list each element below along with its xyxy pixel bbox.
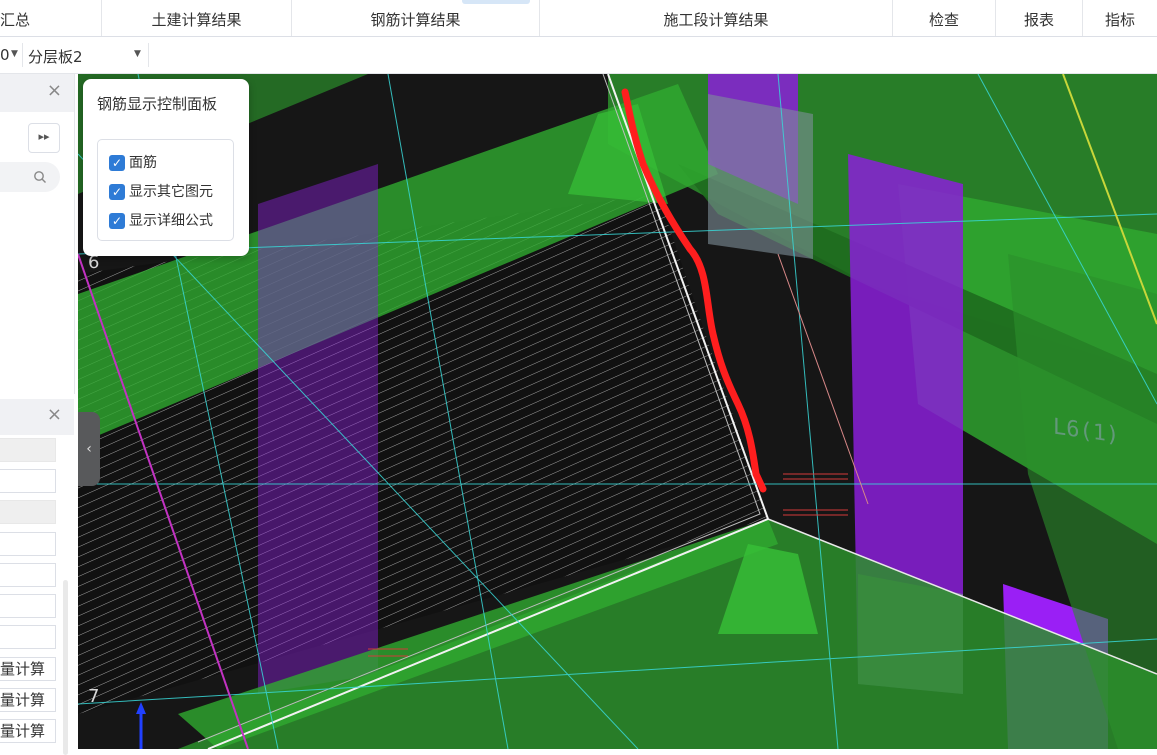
list-item[interactable]: [0, 563, 56, 587]
tab-rebar-results[interactable]: 钢筋计算结果: [292, 0, 540, 36]
tab-civil-results-label: 土建计算结果: [151, 11, 242, 29]
search-icon: [34, 171, 46, 183]
control-panel-title: 钢筋显示控制面板: [97, 95, 218, 113]
rebar-display-control-panel: 钢筋显示控制面板 ✓ 面筋 ✓ 显示其它图元 ✓ 显示详细公式: [83, 79, 249, 256]
list-item[interactable]: [0, 469, 56, 493]
axis-arrow-head: [136, 702, 146, 714]
list-item[interactable]: [0, 625, 56, 649]
list-item[interactable]: [0, 532, 56, 556]
tab-rebar-results-label: 钢筋计算结果: [370, 11, 461, 29]
floor-select-value[interactable]: 0: [0, 46, 10, 64]
checkbox-checked-icon[interactable]: ✓: [109, 155, 125, 171]
tab-check[interactable]: 检查: [893, 0, 996, 36]
scrollbar[interactable]: [63, 580, 68, 755]
list-item[interactable]: 量计算: [0, 719, 56, 743]
tab-summary-label: 汇总: [0, 11, 31, 29]
left-panel: × ▸▸ × 量计算 量计算 量计算: [0, 74, 78, 755]
list-item[interactable]: [0, 500, 56, 524]
checkbox-checked-icon[interactable]: ✓: [109, 213, 125, 229]
close-icon[interactable]: ×: [47, 404, 62, 425]
tab-summary[interactable]: 汇总: [0, 0, 102, 36]
chevron-down-icon[interactable]: ▼: [11, 49, 18, 59]
tab-report[interactable]: 报表: [996, 0, 1083, 36]
layer-toolbar: 0 ▼ 分层板2 ▼: [0, 37, 1157, 74]
option-show-other-elements[interactable]: ✓ 显示其它图元: [109, 181, 213, 201]
grey-column: [708, 94, 813, 259]
option-top-rebar-label: 面筋: [129, 155, 157, 171]
search-input[interactable]: [0, 162, 60, 192]
tab-indicator-label: 指标: [1104, 11, 1135, 29]
toolbar-divider: [148, 43, 149, 67]
fast-forward-icon: ▸▸: [38, 130, 50, 143]
top-tab-bar: 汇总 土建计算结果 钢筋计算结果 施工段计算结果 检查 报表 指标: [0, 0, 1157, 37]
panel-header-top: ×: [0, 74, 74, 112]
tab-indicator[interactable]: 指标: [1083, 0, 1157, 36]
tab-stage-results[interactable]: 施工段计算结果: [540, 0, 893, 36]
option-show-detailed-formula[interactable]: ✓ 显示详细公式: [109, 210, 213, 230]
checkbox-checked-icon[interactable]: ✓: [109, 184, 125, 200]
close-icon[interactable]: ×: [47, 80, 62, 101]
list-item[interactable]: [0, 594, 56, 618]
panel-header-bottom: ×: [0, 399, 74, 435]
chevron-down-icon[interactable]: ▼: [134, 49, 141, 59]
control-options-box: ✓ 面筋 ✓ 显示其它图元 ✓ 显示详细公式: [97, 139, 234, 241]
tab-check-label: 检查: [928, 11, 959, 29]
fast-forward-button[interactable]: ▸▸: [28, 123, 60, 153]
tab-report-label: 报表: [1023, 11, 1054, 29]
collapse-panel-tab[interactable]: ‹: [78, 412, 100, 486]
list-item[interactable]: [0, 438, 56, 462]
toolbar-divider: [22, 43, 23, 67]
axis-label-7: 7: [88, 686, 100, 707]
list-item[interactable]: 量计算: [0, 657, 56, 681]
option-show-detailed-formula-label: 显示详细公式: [129, 213, 213, 229]
option-top-rebar[interactable]: ✓ 面筋: [109, 152, 157, 172]
panel-border: [74, 74, 75, 394]
tab-civil-results[interactable]: 土建计算结果: [102, 0, 292, 36]
chevron-left-icon: ‹: [86, 441, 92, 457]
list-item[interactable]: 量计算: [0, 688, 56, 712]
option-show-other-elements-label: 显示其它图元: [129, 184, 213, 200]
tab-stage-results-label: 施工段计算结果: [663, 11, 769, 29]
layer-select-value[interactable]: 分层板2: [28, 46, 83, 67]
